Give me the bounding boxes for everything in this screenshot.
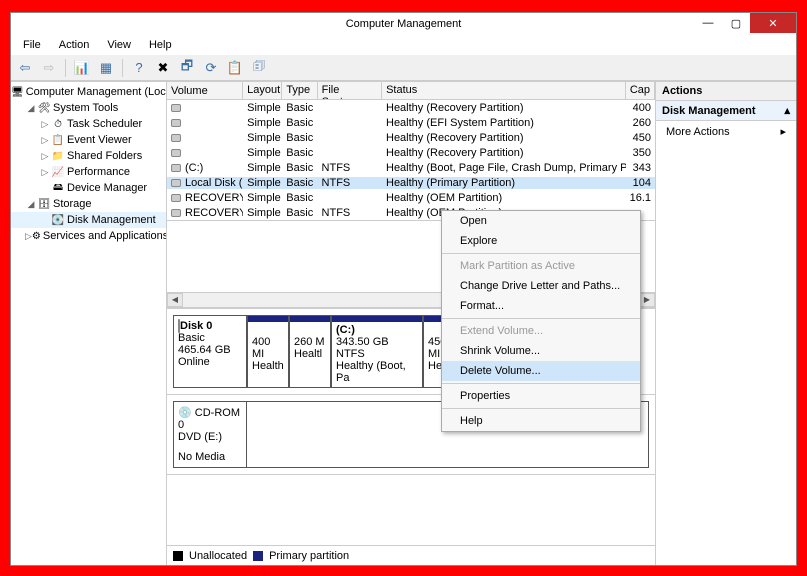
volume-icon: [171, 104, 181, 112]
table-row[interactable]: SimpleBasicHealthy (Recovery Partition)4…: [167, 130, 655, 145]
list-icon[interactable]: 📋: [225, 58, 245, 78]
nav-tree: 🖥Computer Management (Local ◢🛠System Too…: [11, 82, 167, 565]
collapse-icon: ▴: [784, 104, 790, 117]
legend: Unallocated Primary partition: [167, 545, 655, 565]
disk0-info[interactable]: Disk 0 Basic 465.64 GB Online: [173, 315, 247, 388]
delete-icon[interactable]: ✖: [153, 58, 173, 78]
ctx-mark-active: Mark Partition as Active: [442, 256, 640, 276]
scroll-right-icon[interactable]: ▶: [639, 293, 655, 307]
settings-icon[interactable]: 🗗: [177, 58, 197, 78]
ctx-open[interactable]: Open: [442, 211, 640, 231]
col-volume[interactable]: Volume: [167, 82, 243, 99]
col-status[interactable]: Status: [382, 82, 626, 99]
volume-icon: [171, 209, 181, 217]
device-icon: 🖴: [51, 180, 65, 197]
disk-partition[interactable]: 400 MIHealth: [247, 315, 289, 388]
tree-device-manager[interactable]: 🖴Device Manager: [11, 180, 166, 196]
col-type[interactable]: Type: [282, 82, 317, 99]
help-icon[interactable]: ?: [129, 58, 149, 78]
close-button[interactable]: ✕: [750, 13, 796, 33]
menu-file[interactable]: File: [15, 37, 49, 53]
services-icon: ⚙: [32, 231, 41, 242]
disk-mgmt-icon: 💽: [51, 215, 65, 226]
event-icon: 📋: [51, 135, 65, 146]
properties-icon[interactable]: ▦: [96, 58, 116, 78]
actions-header: Actions: [656, 82, 796, 101]
col-layout[interactable]: Layout: [243, 82, 282, 99]
menu-help[interactable]: Help: [141, 37, 180, 53]
volume-icon: [171, 179, 181, 187]
table-row[interactable]: SimpleBasicHealthy (EFI System Partition…: [167, 115, 655, 130]
window-title: Computer Management: [346, 18, 462, 30]
ctx-format[interactable]: Format...: [442, 296, 640, 316]
forward-button[interactable]: ⇨: [39, 58, 59, 78]
disk-partition[interactable]: (C:)343.50 GB NTFSHealthy (Boot, Pa: [331, 315, 423, 388]
table-row[interactable]: (C:)SimpleBasicNTFSHealthy (Boot, Page F…: [167, 160, 655, 175]
context-menu: Open Explore Mark Partition as Active Ch…: [441, 210, 641, 432]
legend-unallocated-icon: [173, 551, 183, 561]
tree-performance[interactable]: ▷📈Performance: [11, 164, 166, 180]
volume-icon: [171, 194, 181, 202]
titlebar: Computer Management — ▢ ✕: [11, 13, 796, 35]
back-button[interactable]: ⇦: [15, 58, 35, 78]
actions-pane: Actions Disk Management ▴ More Actions ▸: [656, 82, 796, 565]
refresh-icon[interactable]: ⟳: [201, 58, 221, 78]
volume-list: SimpleBasicHealthy (Recovery Partition)4…: [167, 100, 655, 220]
computer-icon: 🖥: [11, 87, 24, 98]
perf-icon: 📈: [51, 167, 65, 178]
clock-icon: ⏱: [51, 119, 65, 130]
storage-icon: 🗄: [37, 199, 51, 210]
table-row[interactable]: RECOVERY (D:)SimpleBasicHealthy (OEM Par…: [167, 190, 655, 205]
disk-partition[interactable]: 260 MHealtl: [289, 315, 331, 388]
minimize-button[interactable]: —: [694, 13, 722, 33]
chevron-right-icon: ▸: [780, 125, 786, 138]
maximize-button[interactable]: ▢: [722, 13, 750, 33]
volume-icon: [171, 134, 181, 142]
app-window: Computer Management — ▢ ✕ File Action Vi…: [10, 12, 797, 566]
tree-disk-management[interactable]: 💽Disk Management: [11, 212, 166, 228]
ctx-explore[interactable]: Explore: [442, 231, 640, 251]
ctx-extend-volume: Extend Volume...: [442, 321, 640, 341]
tree-event-viewer[interactable]: ▷📋Event Viewer: [11, 132, 166, 148]
volume-icon: [171, 164, 181, 172]
table-row[interactable]: Local Disk (F:)SimpleBasicNTFSHealthy (P…: [167, 175, 655, 190]
menubar: File Action View Help: [11, 35, 796, 55]
tree-task-scheduler[interactable]: ▷⏱Task Scheduler: [11, 116, 166, 132]
tree-root[interactable]: 🖥Computer Management (Local: [11, 84, 166, 100]
tree-services[interactable]: ▷⚙Services and Applications: [11, 228, 166, 244]
volume-icon: [171, 149, 181, 157]
folder-icon: 📁: [51, 151, 65, 162]
tools-icon: 🛠: [37, 103, 51, 114]
tree-storage[interactable]: ◢🗄Storage: [11, 196, 166, 212]
table-row[interactable]: SimpleBasicHealthy (Recovery Partition)3…: [167, 145, 655, 160]
cd-icon: 💿: [178, 407, 192, 419]
ctx-change-drive-letter[interactable]: Change Drive Letter and Paths...: [442, 276, 640, 296]
col-filesystem[interactable]: File System: [318, 82, 382, 99]
ctx-help[interactable]: Help: [442, 411, 640, 431]
scroll-left-icon[interactable]: ◀: [167, 293, 183, 307]
menu-view[interactable]: View: [99, 37, 139, 53]
tree-system-tools[interactable]: ◢🛠System Tools: [11, 100, 166, 116]
toolbar: ⇦ ⇨ 📊 ▦ ? ✖ 🗗 ⟳ 📋 🗊: [11, 55, 796, 81]
col-capacity[interactable]: Cap: [626, 82, 655, 99]
ctx-shrink-volume[interactable]: Shrink Volume...: [442, 341, 640, 361]
volume-icon: [171, 119, 181, 127]
legend-primary-icon: [253, 551, 263, 561]
tree-shared-folders[interactable]: ▷📁Shared Folders: [11, 148, 166, 164]
cdrom-info[interactable]: 💿 CD-ROM 0 DVD (E:) No Media: [173, 401, 247, 468]
actions-disk-management[interactable]: Disk Management ▴: [656, 101, 796, 121]
disk-icon[interactable]: 🗊: [249, 58, 269, 78]
menu-action[interactable]: Action: [51, 37, 98, 53]
actions-more[interactable]: More Actions ▸: [656, 121, 796, 142]
up-icon[interactable]: 📊: [72, 58, 92, 78]
ctx-delete-volume[interactable]: Delete Volume...: [442, 361, 640, 381]
volume-list-header: Volume Layout Type File System Status Ca…: [167, 82, 655, 100]
ctx-properties[interactable]: Properties: [442, 386, 640, 406]
table-row[interactable]: SimpleBasicHealthy (Recovery Partition)4…: [167, 100, 655, 115]
